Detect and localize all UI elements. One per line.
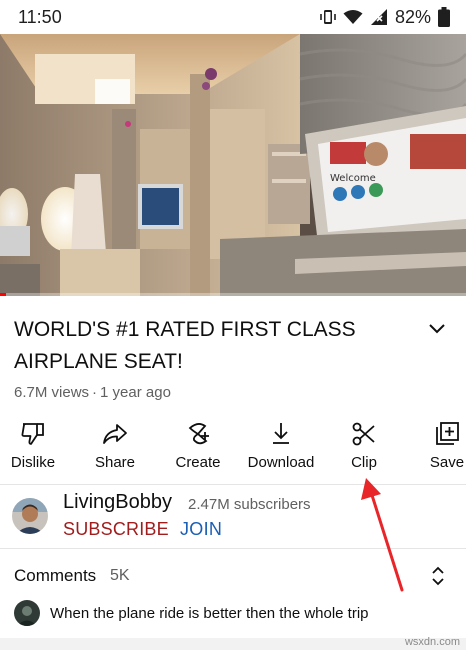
chevron-down-icon[interactable] <box>426 320 448 338</box>
join-button[interactable]: JOIN <box>180 519 222 540</box>
top-comment-text[interactable]: When the plane ride is better then the w… <box>50 605 369 622</box>
save-button[interactable]: Save <box>405 420 466 478</box>
signal-icon <box>370 9 387 25</box>
save-label: Save <box>429 454 465 471</box>
video-frame: Welcome <box>0 34 466 296</box>
bottom-strip <box>0 638 466 650</box>
create-button[interactable]: Create <box>156 420 240 478</box>
share-arrow-icon <box>103 424 127 444</box>
download-label: Download <box>247 454 315 471</box>
divider <box>0 484 466 485</box>
upload-age: 1 year ago <box>100 384 171 401</box>
status-bar: 11:50 82% <box>0 0 466 34</box>
divider <box>0 548 466 549</box>
video-progress-fill <box>0 293 6 296</box>
clip-button[interactable]: Clip <box>322 420 406 478</box>
thumbs-down-icon <box>21 423 44 445</box>
download-button[interactable]: Download <box>239 420 323 478</box>
video-progress-bar[interactable] <box>0 293 466 296</box>
share-label: Share <box>94 454 136 471</box>
expand-collapse-icon[interactable] <box>430 565 446 587</box>
commenter-avatar[interactable] <box>14 600 40 626</box>
video-player[interactable]: Welcome <box>0 34 466 296</box>
clip-label: Clip <box>351 454 377 471</box>
comments-count: 5K <box>110 567 130 584</box>
monitor-welcome-text: Welcome <box>330 173 376 184</box>
channel-avatar[interactable] <box>12 498 48 534</box>
download-icon <box>273 423 289 444</box>
vibrate-icon <box>320 10 336 24</box>
create-icon <box>188 423 209 445</box>
add-to-playlist-icon <box>436 422 459 445</box>
video-meta: 6.7M views · 1 year ago <box>14 384 171 401</box>
dislike-button[interactable]: Dislike <box>0 420 75 478</box>
comments-label[interactable]: Comments <box>14 566 96 586</box>
dislike-label: Dislike <box>10 454 56 471</box>
subscribe-button[interactable]: SUBSCRIBE <box>63 519 169 540</box>
wifi-icon <box>343 10 363 24</box>
create-label: Create <box>175 454 221 471</box>
status-icons: 82% <box>320 6 450 28</box>
scissors-icon <box>352 422 375 446</box>
view-count: 6.7M views <box>14 384 90 401</box>
status-time: 11:50 <box>18 7 62 27</box>
channel-name[interactable]: LivingBobby <box>63 491 172 514</box>
action-row: Dislike Share Create Download Clip Save <box>0 420 466 478</box>
watermark: wsxdn.com <box>404 636 460 648</box>
video-title[interactable]: WORLD'S #1 RATED FIRST CLASS AIRPLANE SE… <box>14 314 414 378</box>
meta-separator: · <box>92 384 98 401</box>
share-button[interactable]: Share <box>73 420 157 478</box>
battery-percent: 82% <box>394 6 431 27</box>
subscriber-count: 2.47M subscribers <box>188 496 311 513</box>
battery-icon <box>438 7 450 27</box>
